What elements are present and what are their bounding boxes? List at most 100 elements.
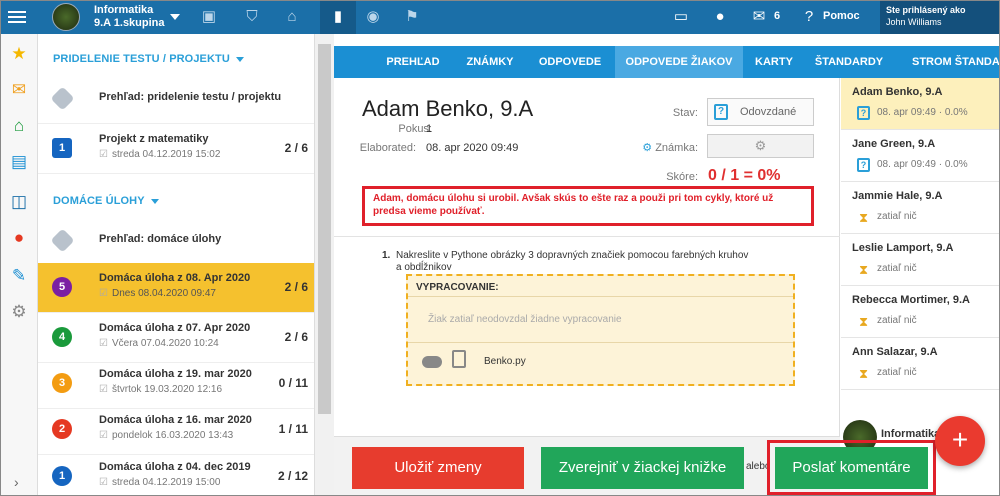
cast-icon[interactable]: ▭ [672,8,690,26]
task-number: 1. [382,250,391,261]
list-item[interactable]: 1 Projekt z matematiky ☑ streda 04.12.201… [38,124,314,174]
user-name: John Williams [886,17,942,27]
shield-icon[interactable]: ⛉ [243,8,261,26]
homework-overview-item[interactable]: Prehľad: domáce úlohy [38,216,314,266]
star-icon[interactable]: ★ [9,44,29,64]
mail-icon[interactable]: ✉ [750,8,768,26]
item-date: ☑ pondelok 16.03.2020 13:43 [99,430,234,441]
answer-empty-text: Žiak zatiaľ neodovzdal žiadne vypracovan… [428,314,622,325]
discussion-icon[interactable]: ● [9,228,29,248]
book-icon[interactable]: ◫ [9,192,29,212]
student-item-name: Leslie Lamport, 9.A [852,242,954,254]
item-title: Domáca úloha z 16. mar 2020 [99,414,252,426]
course-name: Informatika [94,4,154,16]
student-name: Adam Benko, 9.A [362,96,534,121]
list-item[interactable]: 1 Domáca úloha z 04. dec 2019 ☑ streda 04… [38,452,314,496]
score-value: 0 / 1 = 0% [708,167,781,184]
item-count: 2 / 6 [284,330,308,344]
list-item[interactable]: Ann Salazar, 9.A ⧗ zatiaľ nič [841,338,1000,390]
student-item-name: Jane Green, 9.A [852,138,936,150]
status-value: Odovzdané [740,106,797,118]
homework-section-header[interactable]: DOMÁCE ÚLOHY [53,195,159,207]
panel-scrollbar[interactable] [314,34,334,496]
item-title: Prehľad: pridelenie testu / projektu [99,91,282,103]
chat-icon[interactable]: ● [711,8,729,26]
institution-icon[interactable]: ⌂ [283,8,301,26]
student-item-info: 08. apr 09:49 · 0.0% [877,159,968,170]
tab-answers[interactable]: ODPOVEDE [526,46,614,78]
expand-chevron-icon[interactable]: › [14,474,19,490]
pencil-icon[interactable]: ✎ [9,266,29,286]
item-badge: 4 [52,327,72,347]
help-link[interactable]: Pomoc [823,10,860,22]
answer-box: VYPRACOVANIE: Žiak zatiaľ neodovzdal žia… [406,274,795,386]
course-caret-icon[interactable] [170,14,180,20]
question-mark-icon: ? [857,106,870,120]
tab-standards[interactable]: ŠTANDARDY [805,46,893,78]
tab-student-answers[interactable]: ODPOVEDE ŽIAKOV [615,46,743,78]
list-item[interactable]: Adam Benko, 9.A ? 08. apr 09:49 · 0.0% [841,78,1000,130]
answer-detail: Adam Benko, 9.A Pokus: 1 Elaborated: 08.… [334,78,840,436]
notebook-icon[interactable]: ▤ [9,152,29,172]
tab-overview[interactable]: PREHĽAD [372,46,454,78]
item-count: 1 / 11 [278,422,308,436]
teacher-comment[interactable]: Adam, domácu úlohu si urobil. Avšak skús… [362,186,814,226]
tab-cards[interactable]: KARTY [743,46,805,78]
user-info[interactable]: Ste prihlásený ako John Williams [880,0,1000,34]
list-item[interactable]: 5 Domáca úloha z 08. Apr 2020 ☑ Dnes 08.0… [38,263,314,313]
list-item[interactable]: Jammie Hale, 9.A ⧗ zatiaľ nič [841,182,1000,234]
course-selector[interactable]: Informatika 9.A 1.skupina [94,4,165,30]
student-item-name: Rebecca Mortimer, 9.A [852,294,970,306]
list-item[interactable]: Leslie Lamport, 9.A ⧗ zatiaľ nič [841,234,1000,286]
walking-icon[interactable]: ⚑ [403,8,421,26]
gear-icon [50,86,75,111]
item-badge: 2 [52,419,72,439]
bar-chart-icon[interactable]: ▮ [329,8,347,26]
grade-select[interactable]: ⚙ [707,134,814,158]
envelope-icon[interactable]: ✉ [9,80,29,100]
tab-standards-tree[interactable]: STROM ŠTANDARDOV [894,46,1000,78]
scrollbar-thumb[interactable] [318,44,331,414]
list-item[interactable]: 2 Domáca úloha z 16. mar 2020 ☑ pondelok … [38,405,314,455]
item-title: Projekt z matematiky [99,133,209,145]
student-item-name: Adam Benko, 9.A [852,86,943,98]
status-label: Stav: [672,107,698,119]
course-logo [52,3,80,31]
file-icon[interactable] [452,350,466,368]
list-item[interactable]: 4 Domáca úloha z 07. Apr 2020 ☑ Včera 07.… [38,313,314,363]
gear-icon [50,228,75,253]
list-item[interactable]: Rebecca Mortimer, 9.A ⧗ zatiaľ nič [841,286,1000,338]
help-icon[interactable]: ? [800,8,818,26]
list-item[interactable]: 3 Domáca úloha z 19. mar 2020 ☑ štvrtok 1… [38,359,314,409]
grade-label: ⚙ Známka: [642,142,698,154]
hourglass-icon: ⧗ [859,366,869,381]
tests-overview-item[interactable]: Prehľad: pridelenie testu / projektu [38,74,314,124]
tab-grades[interactable]: ZNÁMKY [454,46,526,78]
student-item-info: zatiaľ nič [877,367,917,378]
students-footer-label: Informatika [881,428,941,440]
mail-count[interactable]: 6 [774,10,780,22]
check-icon: ☑ [99,338,108,349]
settings-gear-icon[interactable]: ⚙ [9,302,29,322]
item-count: 2 / 6 [284,280,308,294]
item-date: ☑ streda 04.12.2019 15:02 [99,149,221,160]
compass-icon[interactable]: ◉ [364,8,382,26]
menu-icon[interactable] [8,8,26,26]
add-fab-button[interactable]: + [935,416,985,466]
status-field: ? Odovzdané [707,98,814,126]
cloud-upload-icon[interactable] [422,356,442,368]
tests-section-header[interactable]: PRIDELENIE TESTU / PROJEKTU [53,53,244,65]
item-title: Domáca úloha z 04. dec 2019 [99,461,251,473]
file-name[interactable]: Benko.py [484,356,526,367]
publish-button[interactable]: Zverejniť v žiackej knižke [541,447,744,489]
course-group: 9.A 1.skupina [94,17,165,29]
item-count: 0 / 11 [278,376,308,390]
home-icon[interactable]: ⌂ [9,116,29,136]
list-item[interactable]: Jane Green, 9.A ? 08. apr 09:49 · 0.0% [841,130,1000,182]
gear-small-icon: ⚙ [642,142,656,154]
left-icon-bar: ★ ✉ ⌂ ▤ ◫ ● ✎ ⚙ › [0,34,38,496]
save-button[interactable]: Uložiť zmeny [352,447,524,489]
question-mark-icon: ? [714,104,728,120]
briefcase-icon[interactable]: ▣ [200,8,218,26]
item-date: ☑ štvrtok 19.03.2020 12:16 [99,384,223,395]
